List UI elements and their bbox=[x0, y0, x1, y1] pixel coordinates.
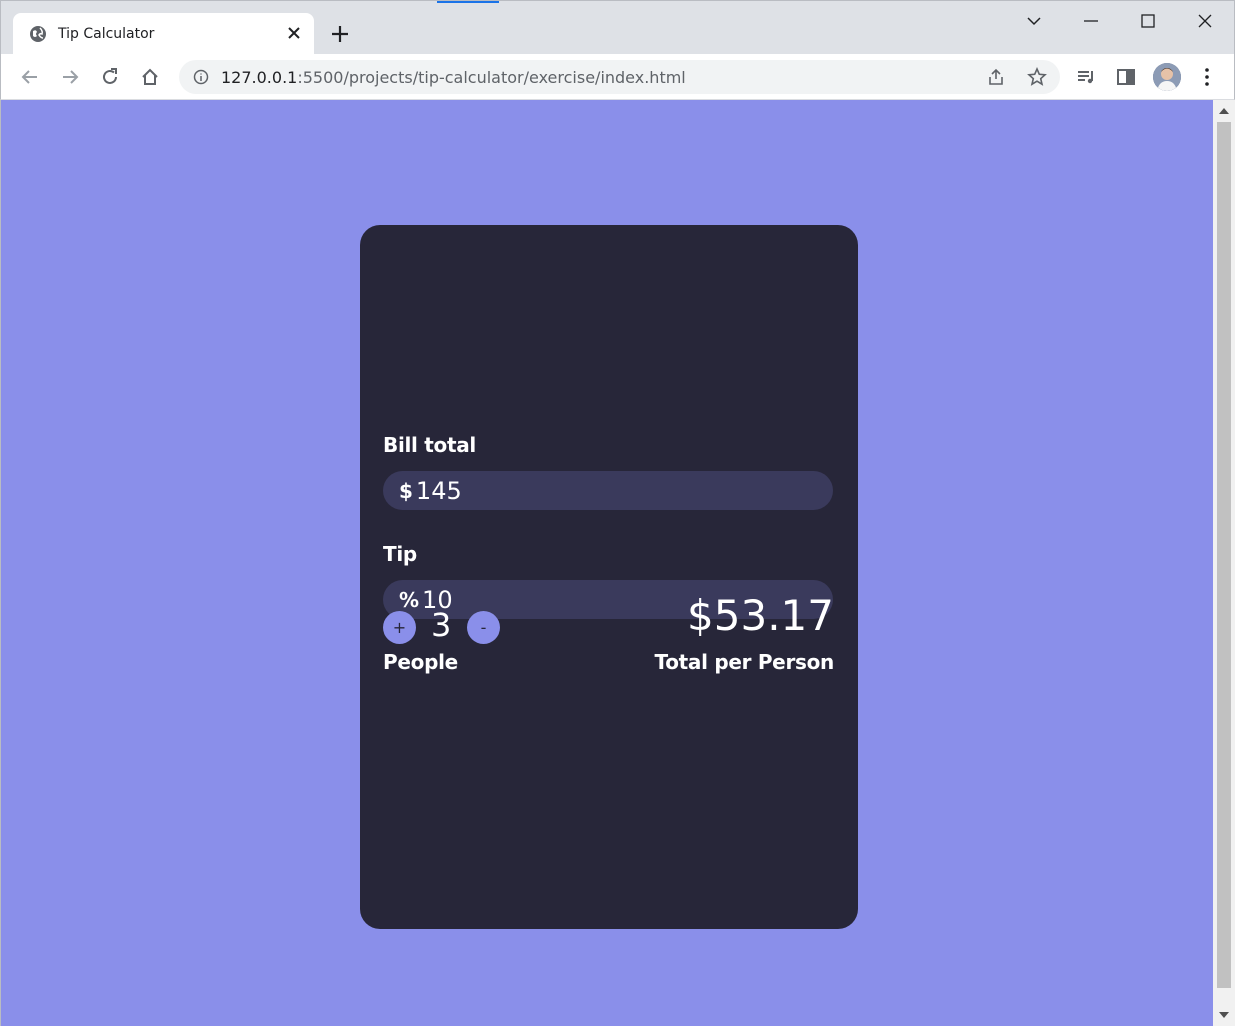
share-icon[interactable] bbox=[986, 67, 1006, 87]
bill-total-value: 145 bbox=[415, 476, 462, 505]
bill-total-label: Bill total bbox=[383, 433, 476, 457]
close-window-icon[interactable] bbox=[1193, 9, 1217, 33]
titlebar-accent bbox=[437, 1, 499, 3]
people-count: 3 bbox=[431, 606, 452, 644]
scroll-up-arrow-icon[interactable] bbox=[1218, 106, 1230, 116]
page-scrollbar[interactable] bbox=[1213, 100, 1235, 1026]
increase-people-button[interactable]: + bbox=[383, 611, 416, 644]
side-panel-icon[interactable] bbox=[1115, 66, 1137, 88]
bookmark-star-icon[interactable] bbox=[1027, 67, 1047, 87]
browser-tab[interactable]: Tip Calculator bbox=[13, 13, 314, 55]
page-viewport: Bill total $ 145 Tip % 10 People Total p… bbox=[0, 100, 1235, 1026]
reload-icon[interactable] bbox=[99, 66, 121, 88]
close-tab-icon[interactable] bbox=[286, 25, 302, 41]
browser-titlebar: Tip Calculator bbox=[0, 0, 1235, 55]
new-tab-icon[interactable] bbox=[329, 23, 351, 45]
people-label: People bbox=[383, 650, 458, 674]
profile-avatar[interactable] bbox=[1153, 63, 1181, 91]
minimize-icon[interactable] bbox=[1079, 9, 1103, 33]
avatar-picture bbox=[1153, 63, 1181, 91]
maximize-icon[interactable] bbox=[1136, 9, 1160, 33]
media-queue-icon[interactable] bbox=[1075, 66, 1097, 88]
decrease-people-button[interactable]: - bbox=[467, 611, 500, 644]
tab-search-chevron-icon[interactable] bbox=[1022, 9, 1046, 33]
dollar-prefix: $ bbox=[399, 478, 413, 503]
address-bar[interactable]: 127.0.0.1:5500/projects/tip-calculator/e… bbox=[179, 60, 1060, 94]
url-host: 127.0.0.1 bbox=[221, 68, 298, 87]
total-per-person-label: Total per Person bbox=[654, 650, 835, 674]
total-per-person-value: $53.17 bbox=[687, 591, 834, 640]
browser-toolbar: 127.0.0.1:5500/projects/tip-calculator/e… bbox=[0, 54, 1235, 100]
site-info-icon[interactable] bbox=[193, 69, 209, 85]
globe-icon bbox=[30, 26, 46, 42]
back-arrow-icon[interactable] bbox=[19, 66, 41, 88]
tab-title: Tip Calculator bbox=[58, 26, 155, 42]
forward-arrow-icon[interactable] bbox=[59, 66, 81, 88]
tip-label: Tip bbox=[383, 542, 417, 566]
scroll-down-arrow-icon[interactable] bbox=[1218, 1010, 1230, 1020]
percent-prefix: % bbox=[399, 587, 420, 612]
url-text: 127.0.0.1:5500/projects/tip-calculator/e… bbox=[221, 68, 686, 87]
home-icon[interactable] bbox=[139, 66, 161, 88]
scroll-thumb[interactable] bbox=[1217, 122, 1231, 988]
url-path: :5500/projects/tip-calculator/exercise/i… bbox=[297, 68, 686, 87]
tip-calculator-card: Bill total $ 145 Tip % 10 People Total p… bbox=[360, 225, 858, 929]
bill-total-input[interactable]: $ 145 bbox=[383, 471, 833, 510]
more-menu-icon[interactable] bbox=[1196, 66, 1218, 88]
